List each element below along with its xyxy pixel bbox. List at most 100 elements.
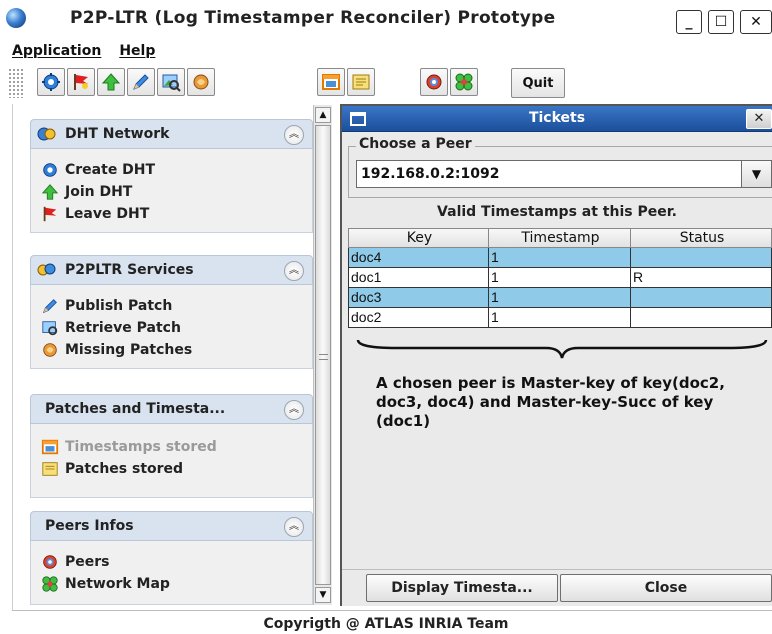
cell-timestamp: 1 bbox=[489, 308, 631, 328]
cell-key: doc4 bbox=[348, 248, 489, 268]
footer-copyright: Copyrigth @ ATLAS INRIA Team bbox=[263, 616, 509, 632]
cell-status: R bbox=[631, 268, 772, 288]
missing-patch-icon bbox=[193, 74, 209, 90]
chevron-down-icon[interactable]: ▼ bbox=[741, 161, 771, 187]
timestamp-window-icon bbox=[322, 74, 340, 90]
task-pane-scrollbar[interactable]: ▲ ▼ bbox=[313, 105, 332, 605]
missing-patch-icon bbox=[41, 341, 59, 359]
tickets-title: Tickets bbox=[528, 110, 586, 126]
table-header-row: Key Timestamp Status bbox=[348, 228, 772, 248]
task-create-dht[interactable]: Create DHT bbox=[41, 161, 155, 179]
panel-header-peers-infos[interactable]: Peers Infos ︽ bbox=[30, 511, 313, 541]
menu-application[interactable]: Application bbox=[12, 43, 101, 59]
toolbar-timestamps-button[interactable] bbox=[317, 68, 345, 96]
peer-select[interactable]: 192.168.0.2:1092 ▼ bbox=[356, 160, 772, 188]
close-button[interactable]: Close bbox=[560, 574, 772, 602]
collapse-button[interactable]: ︽ bbox=[284, 517, 304, 537]
toolbar-create-dht-button[interactable] bbox=[37, 68, 65, 96]
task-missing-patches[interactable]: Missing Patches bbox=[41, 341, 192, 359]
tickets-button-bar: Display Timesta... Close bbox=[342, 569, 772, 606]
tickets-window: Tickets ✕ Choose a Peer 192.168.0.2:1092… bbox=[340, 104, 772, 606]
annotation-text: A chosen peer is Master-key of key(doc2,… bbox=[376, 374, 725, 430]
panel-header-dht-network[interactable]: DHT Network ︽ bbox=[30, 119, 313, 149]
network-globe-icon bbox=[37, 125, 57, 143]
column-header-status[interactable]: Status bbox=[631, 228, 772, 248]
toolbar-peers-button[interactable] bbox=[420, 68, 448, 96]
note-icon bbox=[41, 460, 59, 478]
toolbar-network-map-button[interactable] bbox=[450, 68, 478, 96]
task-join-dht[interactable]: Join DHT bbox=[41, 183, 132, 201]
tickets-titlebar[interactable]: Tickets ✕ bbox=[342, 106, 772, 132]
green-up-arrow-icon bbox=[41, 183, 59, 201]
pencil-icon bbox=[41, 297, 59, 315]
toolbar-patches-button[interactable] bbox=[347, 68, 375, 96]
task-label: Missing Patches bbox=[65, 342, 193, 358]
gear-network-icon bbox=[41, 161, 59, 179]
maximize-button[interactable]: ☐ bbox=[708, 10, 734, 34]
task-network-map[interactable]: Network Map bbox=[41, 575, 170, 593]
pencil-icon bbox=[133, 74, 149, 90]
toolbar: Quit bbox=[0, 62, 772, 104]
task-label: Peers bbox=[65, 554, 110, 570]
task-retrieve-patch[interactable]: Retrieve Patch bbox=[41, 319, 181, 337]
network-map-icon bbox=[455, 73, 473, 91]
table-row[interactable]: doc2 1 bbox=[348, 308, 772, 328]
scroll-thumb[interactable] bbox=[315, 125, 331, 585]
cell-timestamp: 1 bbox=[489, 288, 631, 308]
scroll-grip bbox=[319, 354, 328, 360]
toolbar-retrieve-button[interactable] bbox=[157, 68, 185, 96]
table-row[interactable]: doc3 1 bbox=[348, 288, 772, 308]
task-label: Patches stored bbox=[65, 461, 184, 477]
panel-header-p2pltr-services[interactable]: P2PLTR Services ︽ bbox=[30, 255, 313, 285]
task-leave-dht[interactable]: Leave DHT bbox=[41, 205, 149, 223]
panel-body-p2pltr-services: Publish Patch Retrieve Patch Missing Pat… bbox=[30, 285, 313, 369]
toolbar-grip[interactable] bbox=[8, 68, 24, 98]
task-label: Network Map bbox=[65, 576, 170, 592]
collapse-button[interactable]: ︽ bbox=[284, 400, 304, 420]
green-up-arrow-icon bbox=[101, 73, 121, 91]
cell-key: doc3 bbox=[348, 288, 489, 308]
quit-button[interactable]: Quit bbox=[511, 68, 565, 98]
minimize-button[interactable]: _ bbox=[676, 10, 702, 34]
task-label: Timestamps stored bbox=[65, 439, 217, 455]
panel-title: P2PLTR Services bbox=[65, 262, 194, 278]
red-flag-icon bbox=[74, 74, 88, 90]
task-label: Retrieve Patch bbox=[65, 320, 181, 336]
curly-brace-annotation bbox=[356, 339, 768, 359]
panel-body-patches-timestamps: Timestamps stored Patches stored bbox=[30, 424, 313, 498]
task-patches-stored[interactable]: Patches stored bbox=[41, 460, 183, 478]
collapse-button[interactable]: ︽ bbox=[284, 261, 304, 281]
task-timestamps-stored[interactable]: Timestamps stored bbox=[41, 438, 217, 456]
cell-status bbox=[631, 288, 772, 308]
display-timestamps-button[interactable]: Display Timesta... bbox=[366, 574, 558, 602]
table-row[interactable]: doc1 1 R bbox=[348, 268, 772, 288]
close-window-button[interactable]: ✕ bbox=[740, 10, 772, 34]
peer-icon bbox=[426, 74, 442, 90]
task-peers[interactable]: Peers bbox=[41, 553, 110, 571]
collapse-button[interactable]: ︽ bbox=[284, 125, 304, 145]
tickets-close-button[interactable]: ✕ bbox=[746, 109, 772, 129]
toolbar-join-dht-button[interactable] bbox=[97, 68, 125, 96]
scroll-down-button[interactable]: ▼ bbox=[315, 587, 331, 603]
column-header-timestamp[interactable]: Timestamp bbox=[489, 228, 631, 248]
task-publish-patch[interactable]: Publish Patch bbox=[41, 297, 172, 315]
toolbar-publish-button[interactable] bbox=[127, 68, 155, 96]
peer-icon bbox=[41, 553, 59, 571]
task-label: Publish Patch bbox=[65, 298, 173, 314]
scroll-up-button[interactable]: ▲ bbox=[315, 107, 331, 123]
panel-title: Patches and Timesta... bbox=[45, 401, 226, 417]
table-row[interactable]: doc4 1 bbox=[348, 248, 772, 268]
menu-help[interactable]: Help bbox=[119, 43, 155, 59]
cell-key: doc1 bbox=[348, 268, 489, 288]
cell-timestamp: 1 bbox=[489, 268, 631, 288]
toolbar-missing-button[interactable] bbox=[187, 68, 215, 96]
panel-body-peers-infos: Peers Network Map bbox=[30, 541, 313, 605]
task-label: Leave DHT bbox=[65, 206, 150, 222]
cell-status bbox=[631, 248, 772, 268]
image-search-icon bbox=[162, 74, 181, 92]
panel-header-patches-timestamps[interactable]: Patches and Timesta... ︽ bbox=[30, 394, 313, 424]
toolbar-leave-dht-button[interactable] bbox=[67, 68, 95, 96]
network-map-icon bbox=[41, 575, 59, 593]
column-header-key[interactable]: Key bbox=[348, 228, 489, 248]
cell-key: doc2 bbox=[348, 308, 489, 328]
